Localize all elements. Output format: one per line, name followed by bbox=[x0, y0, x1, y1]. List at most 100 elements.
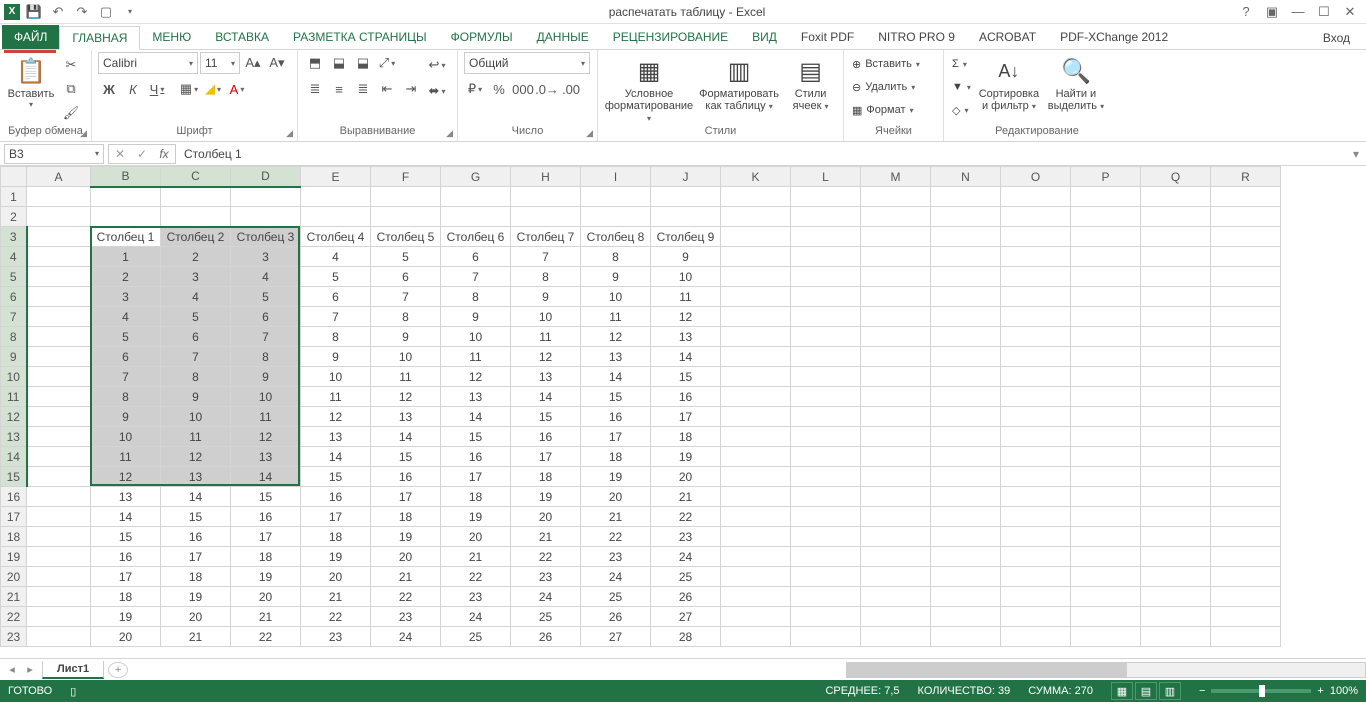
cell[interactable]: 5 bbox=[301, 267, 371, 287]
cell[interactable] bbox=[931, 547, 1001, 567]
cell[interactable] bbox=[1211, 507, 1281, 527]
col-header[interactable]: I bbox=[581, 167, 651, 187]
cell[interactable] bbox=[91, 187, 161, 207]
redo-icon[interactable]: ↷ bbox=[72, 2, 92, 22]
cell[interactable]: 19 bbox=[581, 467, 651, 487]
cell[interactable]: 21 bbox=[581, 507, 651, 527]
cell[interactable] bbox=[1141, 527, 1211, 547]
cell[interactable]: 13 bbox=[231, 447, 301, 467]
cell[interactable]: 15 bbox=[91, 527, 161, 547]
cell[interactable] bbox=[861, 507, 931, 527]
cell[interactable] bbox=[791, 567, 861, 587]
cell[interactable] bbox=[861, 187, 931, 207]
cell[interactable]: 18 bbox=[301, 527, 371, 547]
cell[interactable] bbox=[371, 207, 441, 227]
row-header[interactable]: 17 bbox=[1, 507, 27, 527]
delete-cells-button[interactable]: ⊖Удалить▾ bbox=[850, 77, 922, 97]
cell[interactable] bbox=[1001, 387, 1071, 407]
horizontal-scrollbar[interactable] bbox=[846, 662, 1366, 678]
number-format-combo[interactable]: Общий▾ bbox=[464, 52, 590, 74]
cell[interactable]: 9 bbox=[441, 307, 511, 327]
cell[interactable] bbox=[931, 187, 1001, 207]
cell[interactable]: 15 bbox=[161, 507, 231, 527]
cell[interactable] bbox=[1001, 267, 1071, 287]
cell[interactable] bbox=[1141, 327, 1211, 347]
cell[interactable]: 13 bbox=[371, 407, 441, 427]
row-header[interactable]: 18 bbox=[1, 527, 27, 547]
cell[interactable] bbox=[27, 507, 91, 527]
cell[interactable]: 9 bbox=[91, 407, 161, 427]
cell[interactable] bbox=[27, 367, 91, 387]
cell[interactable] bbox=[161, 207, 231, 227]
cell[interactable] bbox=[791, 287, 861, 307]
cell[interactable]: 11 bbox=[651, 287, 721, 307]
cell[interactable] bbox=[1001, 247, 1071, 267]
cell[interactable] bbox=[1211, 547, 1281, 567]
cell[interactable]: 16 bbox=[301, 487, 371, 507]
cell[interactable]: 26 bbox=[581, 607, 651, 627]
cell[interactable]: 21 bbox=[231, 607, 301, 627]
cell[interactable]: 3 bbox=[231, 247, 301, 267]
cell[interactable] bbox=[931, 407, 1001, 427]
cell[interactable]: 6 bbox=[91, 347, 161, 367]
cell[interactable]: 10 bbox=[371, 347, 441, 367]
cell[interactable] bbox=[1001, 287, 1071, 307]
cell[interactable] bbox=[27, 287, 91, 307]
cell[interactable]: 14 bbox=[441, 407, 511, 427]
cell[interactable] bbox=[1141, 407, 1211, 427]
accept-formula-icon[interactable]: ✓ bbox=[131, 147, 153, 161]
cell[interactable] bbox=[301, 207, 371, 227]
cell[interactable]: 20 bbox=[371, 547, 441, 567]
cell[interactable] bbox=[1001, 547, 1071, 567]
cell[interactable] bbox=[441, 207, 511, 227]
cell[interactable] bbox=[27, 187, 91, 207]
cell[interactable] bbox=[1141, 187, 1211, 207]
cell[interactable] bbox=[1071, 467, 1141, 487]
cell[interactable] bbox=[1211, 387, 1281, 407]
cell[interactable] bbox=[861, 447, 931, 467]
cell[interactable] bbox=[91, 207, 161, 227]
cell[interactable] bbox=[791, 587, 861, 607]
cell[interactable] bbox=[1071, 527, 1141, 547]
alignment-launcher-icon[interactable]: ◢ bbox=[446, 128, 453, 139]
border-icon[interactable]: ▦ bbox=[178, 78, 200, 100]
cell[interactable]: 14 bbox=[301, 447, 371, 467]
cell[interactable] bbox=[861, 407, 931, 427]
cell[interactable] bbox=[721, 387, 791, 407]
cell[interactable]: 12 bbox=[161, 447, 231, 467]
cell[interactable]: 12 bbox=[301, 407, 371, 427]
format-as-table-button[interactable]: ▥ Форматировать как таблицу ▾ bbox=[694, 52, 784, 113]
cell[interactable]: 19 bbox=[301, 547, 371, 567]
cell[interactable]: 11 bbox=[231, 407, 301, 427]
cell[interactable]: 16 bbox=[581, 407, 651, 427]
cell[interactable]: Столбец 9 bbox=[651, 227, 721, 247]
cell[interactable] bbox=[1141, 247, 1211, 267]
cell[interactable] bbox=[931, 287, 1001, 307]
cancel-formula-icon[interactable]: ✕ bbox=[109, 147, 131, 161]
cell[interactable] bbox=[1001, 527, 1071, 547]
cell[interactable]: 10 bbox=[91, 427, 161, 447]
row-header[interactable]: 20 bbox=[1, 567, 27, 587]
decimal-dec-icon[interactable]: .00 bbox=[560, 78, 582, 100]
cell[interactable]: 10 bbox=[581, 287, 651, 307]
cell[interactable] bbox=[1211, 267, 1281, 287]
cell[interactable] bbox=[511, 187, 581, 207]
cell[interactable] bbox=[1001, 427, 1071, 447]
cell[interactable]: 8 bbox=[301, 327, 371, 347]
cell[interactable] bbox=[1071, 227, 1141, 247]
cell[interactable] bbox=[931, 247, 1001, 267]
cell[interactable]: 23 bbox=[371, 607, 441, 627]
cell[interactable] bbox=[1001, 187, 1071, 207]
cell[interactable]: 25 bbox=[511, 607, 581, 627]
col-header[interactable]: F bbox=[371, 167, 441, 187]
cell[interactable] bbox=[1211, 207, 1281, 227]
new-doc-icon[interactable]: ▢ bbox=[96, 2, 116, 22]
wrap-text-icon[interactable]: ↩ bbox=[426, 54, 448, 76]
cell[interactable] bbox=[1211, 307, 1281, 327]
cell[interactable] bbox=[791, 507, 861, 527]
cell[interactable]: 28 bbox=[651, 627, 721, 647]
sheet-nav-first-icon[interactable]: ◂ bbox=[4, 663, 20, 676]
cell[interactable]: 21 bbox=[441, 547, 511, 567]
cell[interactable]: 27 bbox=[581, 627, 651, 647]
row-header[interactable]: 10 bbox=[1, 367, 27, 387]
